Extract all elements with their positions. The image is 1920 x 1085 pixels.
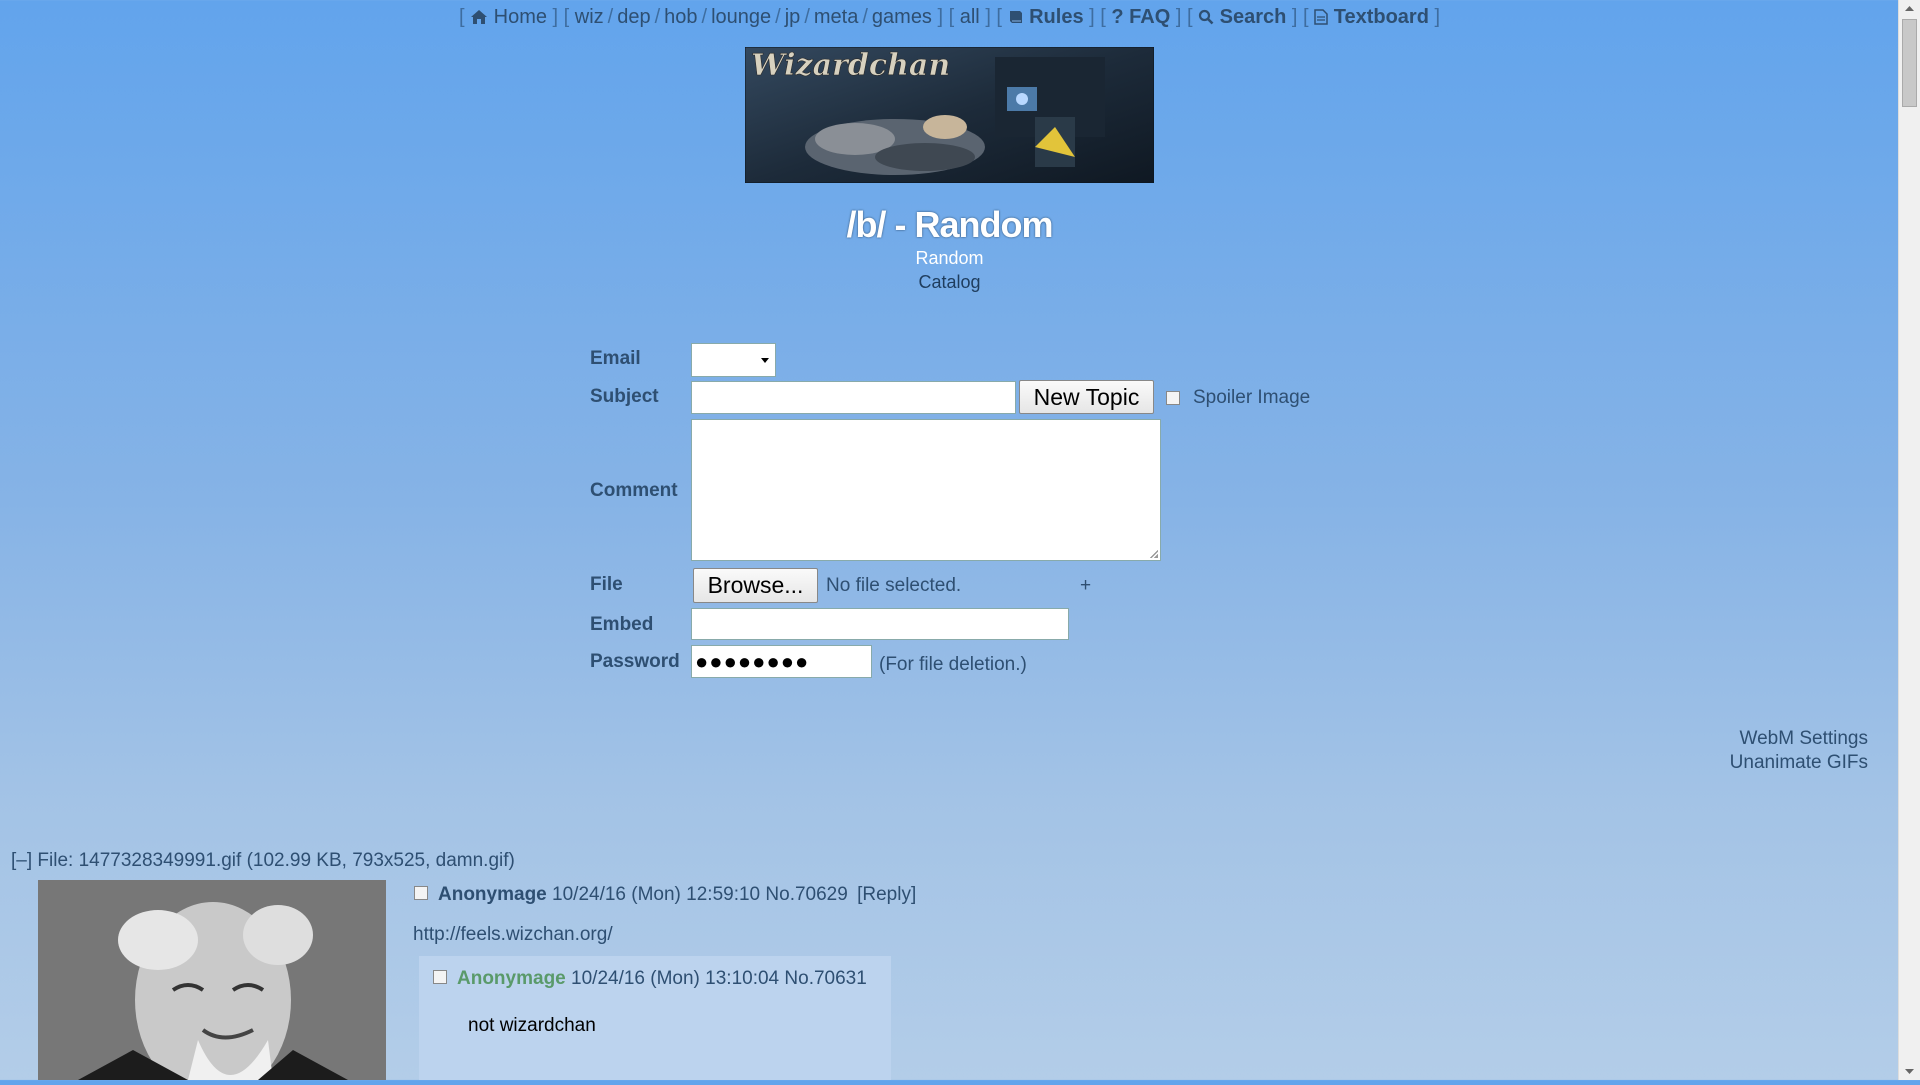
document-icon [1314,9,1328,25]
webm-settings-link[interactable]: WebM Settings [1730,727,1868,751]
scroll-down-arrow-icon[interactable] [1899,1063,1920,1080]
post-thumbnail[interactable] [38,880,386,1080]
search-icon [1198,9,1214,25]
nav-board-games[interactable]: games [872,6,932,28]
op-post-date: 10/24/16 (Mon) 12:59:10 [552,884,761,905]
page: [ Home ] [ wiz / dep / hob / lounge / jp / meta / ga… [0,0,1899,1080]
spoiler-checkbox[interactable] [1166,391,1180,405]
nav-home-label: Home [493,6,547,28]
board-title: /b/ - Random [846,204,1054,245]
password-input[interactable]: ●●●●●●●● [691,645,872,678]
vertical-scrollbar[interactable] [1898,0,1920,1080]
nav-board-wiz[interactable]: wiz [575,6,604,28]
scroll-up-arrow-icon[interactable] [1899,0,1920,17]
chevron-down-icon [761,358,769,363]
email-select[interactable] [691,343,776,377]
nav-board-meta[interactable]: meta [814,6,858,28]
no-file-text: No file selected. [826,575,962,596]
nav-rules-link[interactable]: Rules [1008,6,1090,28]
banner-image: Wizardchan [745,47,1154,183]
op-post-body[interactable]: http://feels.wizchan.org/ [413,924,613,946]
reply-post-body: not wizardchan [468,1015,596,1036]
unanimate-gifs-link[interactable]: Unanimate GIFs [1730,751,1868,775]
file-info[interactable]: [–] File: 1477328349991.gif (102.99 KB, … [11,850,515,872]
question-icon: ? [1111,6,1124,28]
thumbnail-image [38,880,386,1080]
browse-button[interactable]: Browse... [693,568,818,603]
nav-search-link[interactable]: Search [1198,6,1292,28]
email-label: Email [590,348,641,369]
nav-search-label: Search [1219,6,1287,28]
board-banner[interactable]: Wizardchan [745,47,1154,183]
nav-all-link[interactable]: all [960,6,980,28]
op-post-number[interactable]: No.70629 [765,884,847,905]
reply-select-checkbox[interactable] [433,970,447,984]
nav-board-hob[interactable]: hob [664,6,697,28]
nav-textboard-label: Textboard [1333,6,1429,28]
spoiler-label: Spoiler Image [1193,387,1311,408]
file-label: File [590,574,623,595]
reply-post-number[interactable]: No.70631 [784,968,866,989]
reply-poster-name: Anonymage [457,968,566,989]
embed-input[interactable] [691,608,1069,640]
catalog-link[interactable]: Catalog [0,272,1899,293]
resize-grip-icon[interactable] [1150,550,1158,558]
op-poster-name: Anonymage [438,884,547,905]
nav-home-link[interactable]: Home [470,6,552,28]
reply-post-header: Anonymage 10/24/16 (Mon) 13:10:04 No.706… [457,968,867,990]
op-post-header: Anonymage 10/24/16 (Mon) 12:59:10 No.706… [438,884,916,906]
reply-post-date: 10/24/16 (Mon) 13:10:04 [571,968,780,989]
nav-faq-link[interactable]: ? FAQ [1111,6,1175,28]
nav-rules-label: Rules [1029,6,1084,28]
board-subtitle: Random [915,248,984,268]
nav-faq-label: FAQ [1129,6,1171,28]
add-file-button[interactable]: + [1080,575,1091,597]
comment-label: Comment [590,480,678,501]
scrollbar-thumb[interactable] [1902,19,1917,107]
new-topic-button[interactable]: New Topic [1019,380,1154,414]
embed-label: Embed [590,614,654,635]
password-label: Password [590,651,680,672]
media-settings: WebM Settings Unanimate GIFs [1730,727,1868,775]
nav-board-jp[interactable]: jp [785,6,801,28]
reply-link[interactable]: [Reply] [857,884,916,905]
subject-input[interactable] [691,381,1016,414]
nav-board-lounge[interactable]: lounge [711,6,771,28]
top-nav: [ Home ] [ wiz / dep / hob / lounge / jp / meta / ga… [458,6,1441,28]
banner-logo-text: Wizardchan [751,48,950,83]
subject-label: Subject [590,386,659,407]
password-note: (For file deletion.) [879,654,1027,675]
book-icon [1009,11,1022,23]
comment-textarea[interactable] [691,419,1161,561]
nav-board-dep[interactable]: dep [617,6,650,28]
home-icon [471,10,488,24]
nav-textboard-link[interactable]: Textboard [1314,6,1434,28]
op-select-checkbox[interactable] [414,886,428,900]
